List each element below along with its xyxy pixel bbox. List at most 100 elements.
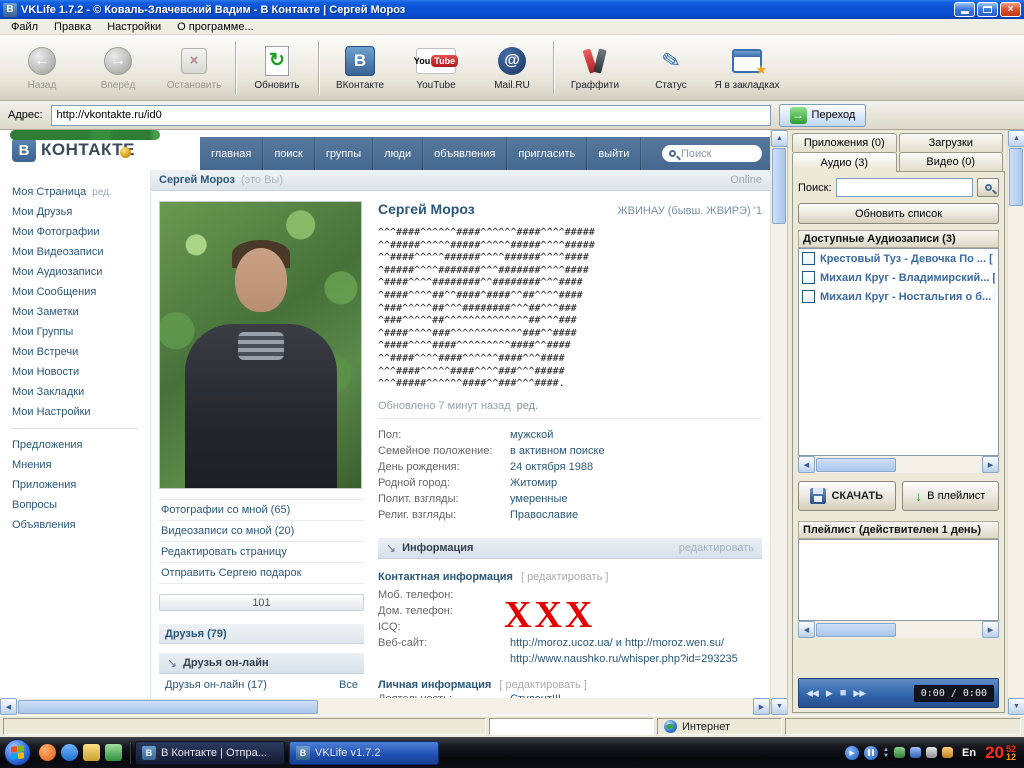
mailru-button[interactable]: @ Mail.RU bbox=[474, 39, 550, 97]
scrollbar-thumb[interactable] bbox=[816, 458, 896, 472]
sidebar-item-meetings[interactable]: Мои Встречи bbox=[0, 342, 150, 362]
sidebar-item-classifieds[interactable]: Объявления bbox=[0, 515, 150, 535]
start-button[interactable] bbox=[4, 739, 31, 766]
track-checkbox[interactable] bbox=[802, 271, 815, 284]
player-prev-button[interactable]: ◀◀ bbox=[803, 686, 821, 701]
panel-search-input[interactable] bbox=[836, 178, 973, 197]
vk-search-input[interactable]: Поиск bbox=[662, 145, 762, 162]
menu-settings[interactable]: Настройки bbox=[100, 20, 168, 34]
edit-link[interactable]: ред. bbox=[92, 187, 112, 198]
website-link[interactable]: http://www.naushko.ru/whisper.php?id=293… bbox=[510, 653, 738, 665]
player-stop-button[interactable]: ■ bbox=[837, 685, 849, 701]
download-button[interactable]: СКАЧАТЬ bbox=[798, 481, 896, 511]
videos-with-me-link[interactable]: Видеозаписи со мной (20) bbox=[159, 521, 364, 542]
quick-launch-icon[interactable] bbox=[39, 744, 56, 761]
graffiti-button[interactable]: Граффити bbox=[557, 39, 633, 97]
panel-search-button[interactable] bbox=[977, 178, 999, 197]
nav-invite[interactable]: пригласить bbox=[507, 137, 587, 170]
track-item[interactable]: Крестовый Туз - Девочка По ... [ bbox=[799, 249, 998, 268]
scroll-left-icon[interactable]: ◀ bbox=[0, 698, 17, 715]
status-button[interactable]: ✎ Статус bbox=[633, 39, 709, 97]
sidebar-item-bookmarks[interactable]: Мои Закладки bbox=[0, 382, 150, 402]
quick-launch-icon[interactable] bbox=[105, 744, 122, 761]
sidebar-item-audios[interactable]: Мои Аудиозаписи bbox=[0, 262, 150, 282]
scrollbar-thumb[interactable] bbox=[1009, 148, 1023, 206]
stop-button[interactable]: × Остановить bbox=[156, 39, 232, 97]
go-button[interactable]: → Переход bbox=[779, 104, 867, 127]
personal-edit-link[interactable]: [ редактировать ] bbox=[499, 679, 586, 691]
detail-value-link[interactable]: 24 октября 1988 bbox=[510, 461, 593, 473]
sidebar-item-apps[interactable]: Приложения bbox=[0, 475, 150, 495]
university-link[interactable]: ЖВИНАУ (бывш. ЖВИРЭ) '1 bbox=[485, 205, 762, 217]
maximize-button[interactable] bbox=[977, 2, 998, 17]
add-to-playlist-button[interactable]: ↓ В плейлист bbox=[902, 481, 1000, 511]
refresh-button[interactable]: ↻ Обновить bbox=[239, 39, 315, 97]
scroll-left-icon[interactable]: ◀ bbox=[798, 456, 815, 473]
taskbar-button-vklife[interactable]: В VKLife v1.7.2 bbox=[289, 741, 439, 765]
quick-launch-icon[interactable] bbox=[83, 744, 100, 761]
scroll-up-icon[interactable]: ▲ bbox=[1008, 130, 1024, 147]
language-indicator[interactable]: En bbox=[958, 746, 980, 760]
friends-header[interactable]: Друзья (79) bbox=[159, 623, 364, 644]
sidebar-item-groups[interactable]: Мои Группы bbox=[0, 322, 150, 342]
nav-people[interactable]: люди bbox=[373, 137, 423, 170]
scroll-right-icon[interactable]: ▶ bbox=[982, 621, 999, 638]
sidebar-item-messages[interactable]: Мои Сообщения bbox=[0, 282, 150, 302]
nav-logout[interactable]: выйти bbox=[587, 137, 641, 170]
refresh-list-button[interactable]: Обновить список bbox=[798, 203, 999, 224]
nav-main[interactable]: главная bbox=[200, 137, 263, 170]
sidebar-item-notes[interactable]: Мои Заметки bbox=[0, 302, 150, 322]
sidebar-item-questions[interactable]: Вопросы bbox=[0, 495, 150, 515]
track-checkbox[interactable] bbox=[802, 252, 815, 265]
detail-value-link[interactable]: в активном поиске bbox=[510, 445, 605, 457]
sidebar-item-videos[interactable]: Мои Видеозаписи bbox=[0, 242, 150, 262]
browser-vertical-scrollbar[interactable]: ▲ ▼ bbox=[770, 130, 787, 715]
player-play-button[interactable]: ▶ bbox=[823, 686, 835, 701]
info-edit-link[interactable]: редактировать bbox=[679, 542, 754, 554]
tray-icon[interactable] bbox=[894, 747, 905, 758]
edit-page-link[interactable]: Редактировать страницу bbox=[159, 542, 364, 563]
tray-pause-icon[interactable] bbox=[864, 746, 878, 760]
playlist-scrollbar[interactable]: ◀ ▶ bbox=[798, 621, 999, 638]
close-button[interactable]: × bbox=[1000, 2, 1021, 17]
detail-value-link[interactable]: умеренные bbox=[510, 493, 567, 505]
tab-applications[interactable]: Приложения (0) bbox=[792, 133, 897, 152]
sidebar-item-opinions[interactable]: Мнения bbox=[0, 455, 150, 475]
scrollbar-thumb[interactable] bbox=[816, 623, 896, 637]
browser-horizontal-scrollbar[interactable]: ◀ ▶ bbox=[0, 698, 770, 715]
sidebar-item-friends[interactable]: Мои Друзья bbox=[0, 202, 150, 222]
friends-online-header[interactable]: ↘ Друзья он-лайн bbox=[159, 652, 364, 674]
sidebar-item-offers[interactable]: Предложения bbox=[0, 435, 150, 455]
vk-logo[interactable]: В КОНТАКТЕ bbox=[0, 130, 200, 170]
tab-audio[interactable]: Аудио (3) bbox=[792, 152, 897, 172]
track-item[interactable]: Михаил Круг - Владимирский... [ bbox=[799, 268, 998, 287]
address-input[interactable] bbox=[51, 105, 771, 126]
nav-ads[interactable]: объявления bbox=[423, 137, 507, 170]
taskbar-button-vkontakte[interactable]: В В Контакте | Отпра... bbox=[135, 741, 285, 765]
youtube-button[interactable]: YouTube YouTube bbox=[398, 39, 474, 97]
tab-downloads[interactable]: Загрузки bbox=[899, 133, 1004, 152]
back-button[interactable]: ← Назад bbox=[4, 39, 80, 97]
send-gift-link[interactable]: Отправить Сергею подарок bbox=[159, 563, 364, 584]
track-list-scrollbar[interactable]: ◀ ▶ bbox=[798, 456, 999, 473]
scroll-up-icon[interactable]: ▲ bbox=[771, 130, 788, 147]
detail-value-link[interactable]: Православие bbox=[510, 509, 578, 521]
sidebar-item-my-page[interactable]: Моя Страницаред. bbox=[0, 182, 150, 202]
menu-edit[interactable]: Правка bbox=[47, 20, 98, 34]
tray-clock[interactable]: 20 52 12 bbox=[985, 743, 1016, 763]
minimize-button[interactable] bbox=[954, 2, 975, 17]
vkontakte-button[interactable]: В ВКонтакте bbox=[322, 39, 398, 97]
detail-value-link[interactable]: Житомир bbox=[510, 477, 557, 489]
nav-search[interactable]: поиск bbox=[263, 137, 315, 170]
sidebar-item-settings[interactable]: Мои Настройки bbox=[0, 402, 150, 422]
track-checkbox[interactable] bbox=[802, 290, 815, 303]
friends-online-all-link[interactable]: Все bbox=[339, 679, 358, 691]
player-next-button[interactable]: ▶▶ bbox=[850, 686, 868, 701]
status-edit-link[interactable]: ред. bbox=[517, 400, 538, 412]
profile-photo[interactable] bbox=[159, 201, 362, 489]
friends-online-link[interactable]: Друзья он-лайн (17) bbox=[165, 679, 267, 691]
tray-icon[interactable] bbox=[942, 747, 953, 758]
bookmarks-button[interactable]: ★ Я в закладках bbox=[709, 39, 785, 97]
scroll-down-icon[interactable]: ▼ bbox=[1008, 698, 1024, 715]
scroll-left-icon[interactable]: ◀ bbox=[798, 621, 815, 638]
